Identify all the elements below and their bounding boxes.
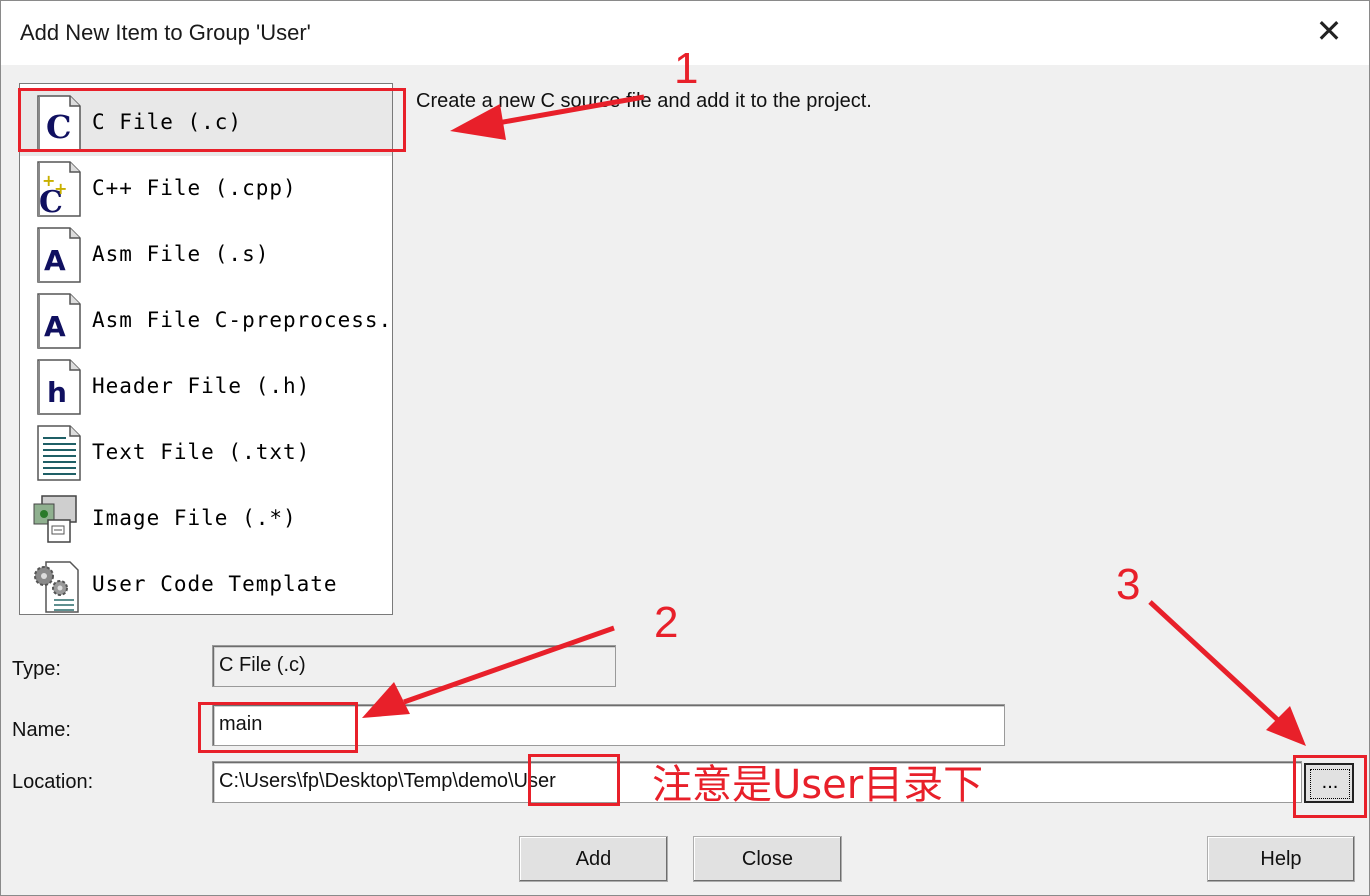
annotation-arrows — [362, 94, 1306, 746]
annotation-arrow-2 — [362, 625, 615, 718]
annotation-arrow-3 — [1148, 600, 1306, 746]
annotation-arrow-1 — [450, 94, 645, 140]
